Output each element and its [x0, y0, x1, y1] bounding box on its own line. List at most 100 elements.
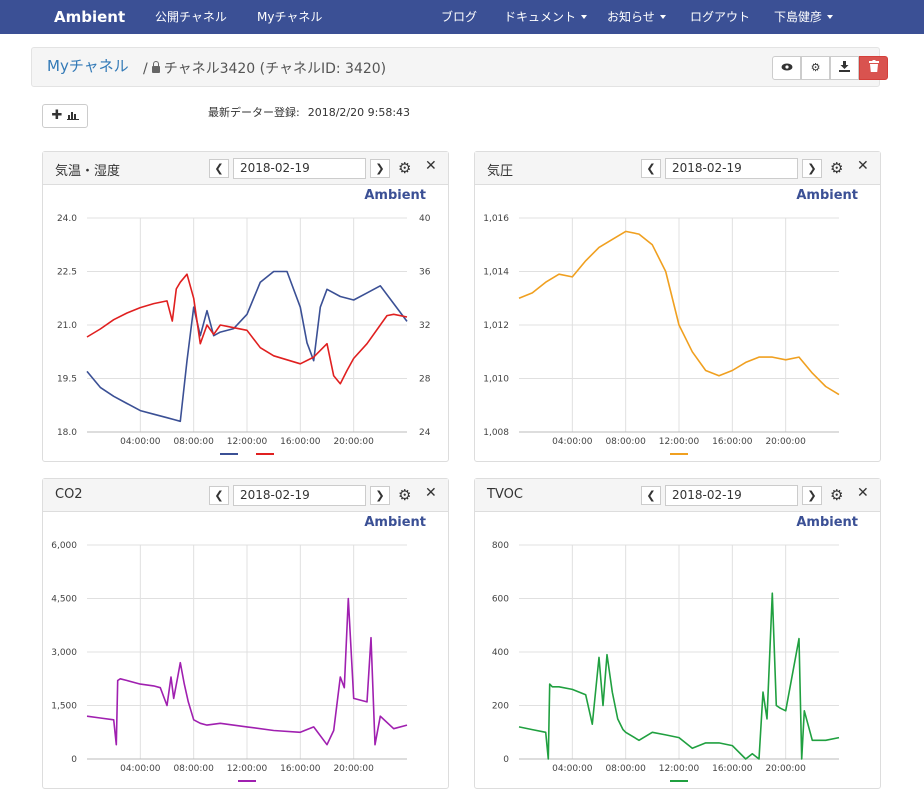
y2-tick-label: 28 — [419, 375, 431, 385]
y-tick-label: 0 — [503, 755, 509, 765]
x-tick-label: 08:00:00 — [605, 764, 646, 774]
caret-down-icon — [827, 15, 834, 19]
add-chart-button[interactable]: ✚ — [42, 104, 88, 128]
y-tick-label: 4,500 — [51, 595, 77, 605]
channel-title: チャネル3420 (チャネルID: 3420) — [163, 61, 387, 77]
settings-button[interactable]: ⚙ — [801, 56, 830, 80]
chart-area: Ambient 04:00:00 08:00:00 12:00:00 16:00:00 2… — [475, 513, 880, 788]
panel-title: CO2 — [55, 487, 83, 502]
chart-area: Ambient 04:00:00 08:00:00 12:00:00 16:00:00 2… — [43, 186, 448, 461]
panel-header: 気圧 ❮ 2018-02-19 ❯ ⚙ ✕ — [475, 152, 880, 185]
y-tick-label: 3,000 — [51, 648, 77, 658]
chevron-right-icon: ❯ — [807, 489, 817, 502]
y-tick-label: 400 — [492, 648, 509, 658]
date-input[interactable]: 2018-02-19 — [665, 485, 798, 506]
gear-icon[interactable]: ⚙ — [830, 159, 843, 177]
y-tick-label: 800 — [492, 541, 509, 551]
gear-icon[interactable]: ⚙ — [398, 159, 411, 177]
y-tick-label: 1,012 — [483, 321, 509, 331]
x-tick-label: 04:00:00 — [120, 437, 161, 447]
x-tick-label: 04:00:00 — [120, 764, 161, 774]
x-tick-label: 16:00:00 — [280, 764, 321, 774]
temperature-humidity-panel: 気温・湿度 ❮ 2018-02-19 ❯ ⚙ ✕ Ambient 04:00:00 08:00:… — [42, 151, 449, 462]
gear-icon[interactable]: ⚙ — [830, 486, 843, 504]
x-tick-label: 20:00:00 — [333, 764, 374, 774]
delete-button[interactable] — [859, 56, 888, 80]
x-tick-label: 12:00:00 — [227, 764, 268, 774]
nav-news-dropdown[interactable]: お知らせ — [607, 0, 666, 34]
lock-icon — [151, 61, 160, 73]
y2-tick-label: 32 — [419, 321, 430, 331]
y2-tick-label: 36 — [419, 268, 431, 278]
x-tick-label: 04:00:00 — [552, 437, 593, 447]
view-button[interactable] — [772, 56, 801, 80]
prev-day-button[interactable]: ❮ — [641, 486, 661, 505]
nav-public-channels[interactable]: 公開チャネル — [155, 0, 227, 34]
date-input[interactable]: 2018-02-19 — [233, 485, 366, 506]
eye-icon — [781, 63, 792, 71]
nav-news-label: お知らせ — [607, 10, 655, 24]
nav-logout[interactable]: ログアウト — [690, 0, 750, 34]
chart-area: Ambient 04:00:00 08:00:00 12:00:00 16:00:00 2… — [475, 186, 880, 461]
chart-svg: 04:00:00 08:00:00 12:00:00 16:00:00 20:00:00… — [483, 214, 840, 455]
chevron-left-icon: ❮ — [214, 489, 224, 502]
top-navbar: Ambient 公開チャネル Myチャネル ブログ ドキュメント お知らせ ログ… — [0, 0, 924, 34]
nav-my-channels[interactable]: Myチャネル — [257, 0, 322, 34]
nav-blog[interactable]: ブログ — [441, 0, 477, 34]
y-tick-label: 22.5 — [57, 268, 77, 278]
chevron-left-icon: ❮ — [646, 162, 656, 175]
next-day-button[interactable]: ❯ — [370, 486, 390, 505]
prev-day-button[interactable]: ❮ — [641, 159, 661, 178]
close-icon[interactable]: ✕ — [857, 485, 869, 501]
y-tick-label: 0 — [71, 755, 77, 765]
close-icon[interactable]: ✕ — [425, 485, 437, 501]
y-tick-label: 18.0 — [57, 428, 77, 438]
x-tick-label: 16:00:00 — [280, 437, 321, 447]
download-icon — [839, 61, 850, 72]
x-tick-label: 04:00:00 — [552, 764, 593, 774]
prev-day-button[interactable]: ❮ — [209, 159, 229, 178]
date-input[interactable]: 2018-02-19 — [233, 158, 366, 179]
chevron-right-icon: ❯ — [807, 162, 817, 175]
gear-icon[interactable]: ⚙ — [398, 486, 411, 504]
next-day-button[interactable]: ❯ — [370, 159, 390, 178]
date-input[interactable]: 2018-02-19 — [665, 158, 798, 179]
y-tick-label: 1,500 — [51, 702, 77, 712]
caret-down-icon — [581, 15, 588, 19]
y-tick-label: 1,010 — [483, 375, 509, 385]
chart-svg: 04:00:00 08:00:00 12:00:00 16:00:00 20:00:00… — [57, 214, 431, 455]
y-tick-label: 1,014 — [483, 268, 509, 278]
chart-svg: 04:00:00 08:00:00 12:00:00 16:00:00 20:00:00… — [51, 541, 408, 782]
latest-value: 2018/2/20 9:58:43 — [307, 106, 411, 119]
x-tick-label: 16:00:00 — [712, 764, 753, 774]
chevron-left-icon: ❮ — [646, 489, 656, 502]
caret-down-icon — [659, 15, 666, 19]
close-icon[interactable]: ✕ — [425, 158, 437, 174]
y-tick-label: 24.0 — [57, 214, 77, 224]
breadcrumb-separator: / — [143, 61, 148, 77]
nav-docs-dropdown[interactable]: ドキュメント — [504, 0, 588, 34]
nav-docs-label: ドキュメント — [504, 10, 577, 24]
y-tick-label: 1,016 — [483, 214, 509, 224]
next-day-button[interactable]: ❯ — [802, 159, 822, 178]
latest-label: 最新データー登録: — [208, 106, 300, 119]
nav-user-dropdown[interactable]: 下島健彦 — [774, 0, 834, 34]
close-icon[interactable]: ✕ — [857, 158, 869, 174]
breadcrumb-current: / チャネル3420 (チャネルID: 3420) — [143, 58, 386, 78]
brand-logo[interactable]: Ambient — [54, 0, 125, 34]
x-tick-label: 20:00:00 — [333, 437, 374, 447]
download-button[interactable] — [830, 56, 859, 80]
y-tick-label: 19.5 — [57, 375, 77, 385]
latest-data-info: 最新データー登録: 2018/2/20 9:58:43 — [208, 104, 410, 120]
next-day-button[interactable]: ❯ — [802, 486, 822, 505]
x-tick-label: 12:00:00 — [659, 437, 700, 447]
x-tick-label: 12:00:00 — [659, 764, 700, 774]
prev-day-button[interactable]: ❮ — [209, 486, 229, 505]
panel-title: 気圧 — [487, 164, 514, 179]
x-tick-label: 20:00:00 — [765, 437, 806, 447]
breadcrumb-my-channels-link[interactable]: Myチャネル — [47, 55, 129, 76]
panel-header: CO2 ❮ 2018-02-19 ❯ ⚙ ✕ — [43, 479, 448, 512]
chart-svg: 04:00:00 08:00:00 12:00:00 16:00:00 20:00:00… — [492, 541, 840, 782]
x-tick-label: 08:00:00 — [605, 437, 646, 447]
panel-title: TVOC — [487, 487, 523, 502]
